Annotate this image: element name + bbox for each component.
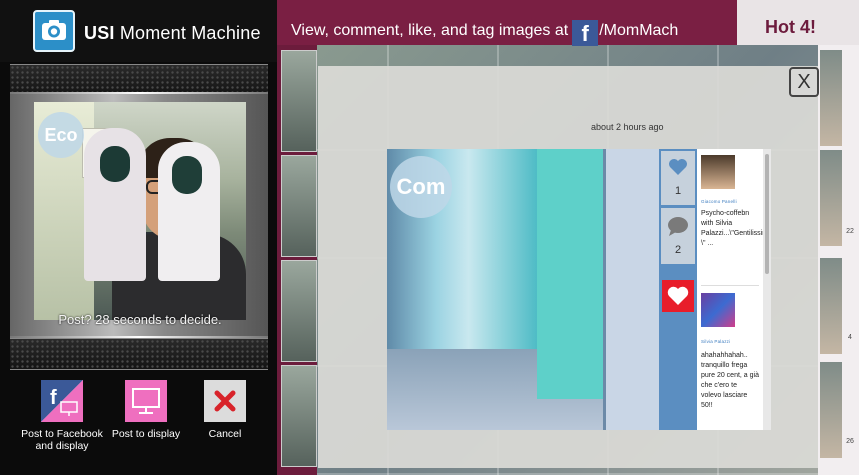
hot-thumbnail[interactable] [820,258,842,354]
banner-text: View, comment, like, and tag images at [291,22,569,39]
hot-thumbnail[interactable] [820,362,842,458]
comment-text: Psycho-coffebn with Silvia Palazzi...\"G… [701,210,763,247]
like-count-tile[interactable]: 1 [661,151,695,205]
photo-thumbnail[interactable] [281,50,317,152]
app-title: USI Moment Machine [84,23,261,43]
post-timer: Post? 28 seconds to decide. [58,312,222,327]
hot-thumbnail[interactable] [820,50,842,146]
post-to-display-button[interactable]: Post to display [108,380,184,440]
like-button[interactable] [662,280,694,312]
heart-icon [667,286,689,305]
heart-icon [669,159,687,175]
photo-thumbnail[interactable] [281,365,317,467]
cancel-label: Cancel [208,428,242,440]
post-to-facebook-label: Post to Facebook and display [21,428,103,452]
facebook-icon: f [572,20,599,46]
hot-count: 26 [846,438,854,445]
banner-page: /MomMach [599,22,679,39]
close-overlay-button[interactable]: X [789,67,819,97]
display-icon [125,380,167,422]
like-count: 1 [674,185,682,197]
hot-thumbnail[interactable] [820,150,842,246]
post-timestamp: about 2 hours ago [591,122,664,132]
comment-text: ahahahhahah.. tranquillo frega pure 20 c… [701,352,759,409]
photo-thumbnail[interactable] [281,155,317,257]
comment-author: Silvia Palazzi [701,339,731,344]
eco-badge: Eco [38,112,84,158]
post-to-facebook-button[interactable]: f Post to Facebook and display [14,380,110,452]
photo-thumbnail[interactable] [281,260,317,362]
hot-label: Hot 4! [765,17,816,37]
post-to-display-label: Post to display [111,428,181,440]
comment-count-tile[interactable]: 2 [661,208,695,264]
app-header: USI Moment Machine [0,0,277,62]
hot-count: 22 [846,228,854,235]
com-badge: Com [390,156,452,218]
hot-count: 4 [848,334,852,341]
cancel-button[interactable]: Cancel [196,380,254,440]
comments-panel: Giacomo Panelli Psycho-coffebn with Silv… [697,149,763,430]
close-icon [204,380,246,422]
comment-author: Giacomo Panelli [701,199,737,204]
camera-icon [33,10,75,52]
scroll-thumb[interactable] [765,154,769,274]
facebook-display-icon: f [41,380,83,422]
hot-header: Hot 4! [737,0,859,45]
facebook-banner: View, comment, like, and tag images at f /… [277,0,737,46]
comment-count: 2 [674,244,682,256]
comment-icon [668,217,688,236]
metal-strip-bottom [10,338,268,370]
svg-text:f: f [50,387,57,409]
avatar [701,293,735,327]
avatar [701,155,735,189]
